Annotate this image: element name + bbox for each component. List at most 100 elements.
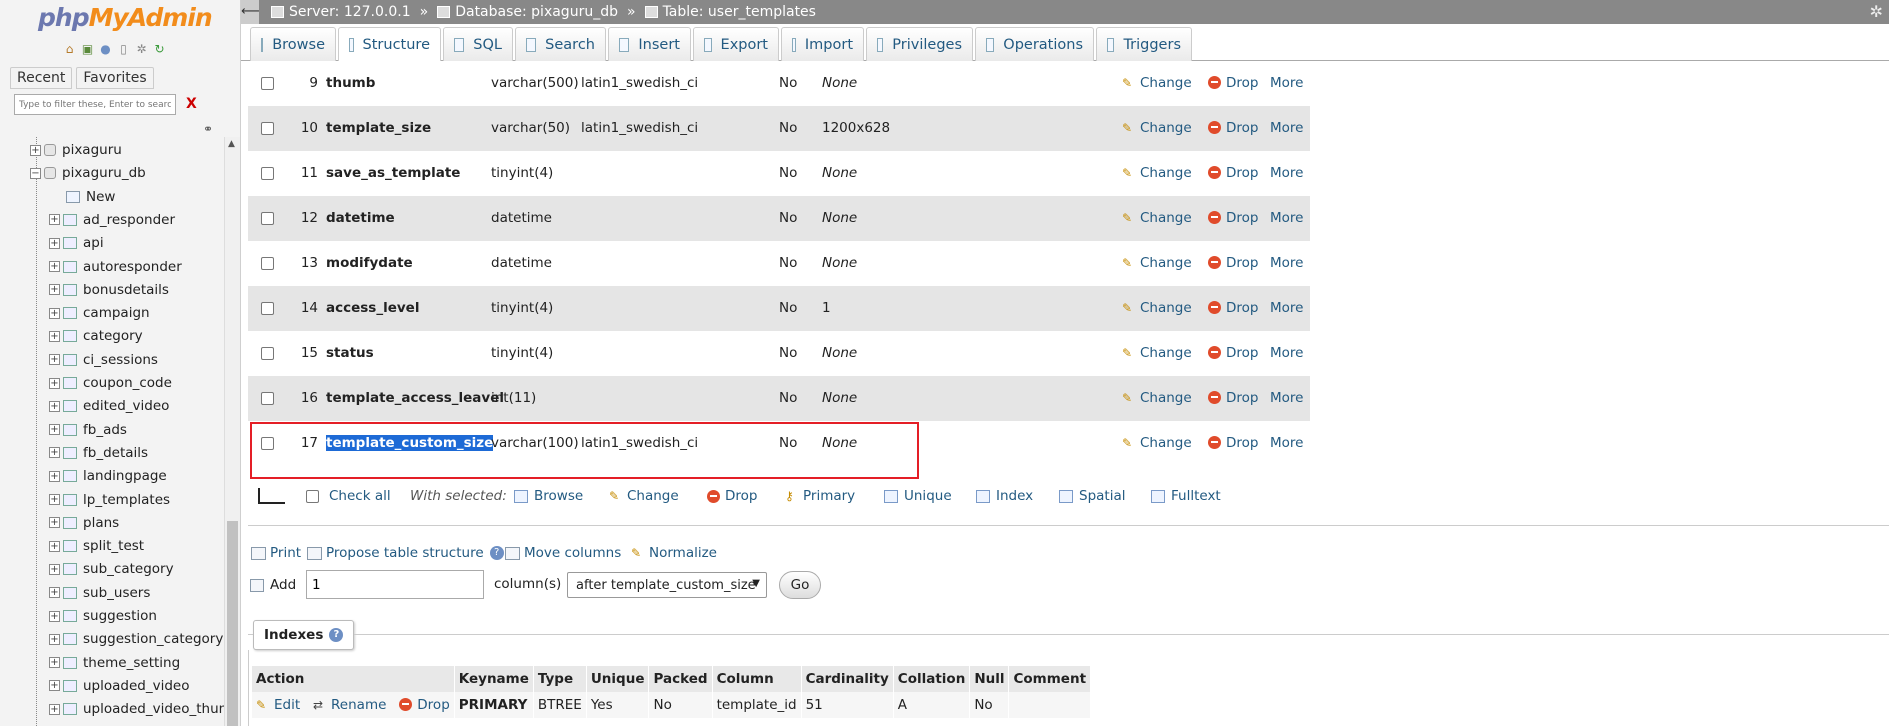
expand-icon[interactable]: +: [49, 284, 60, 296]
scrollbar-thumb[interactable]: [227, 521, 238, 726]
edit-index-button[interactable]: ✎ Edit: [256, 697, 300, 713]
bulk-change-button[interactable]: ✎ Change: [609, 488, 679, 504]
tree-table-item[interactable]: + ad_responder: [49, 210, 175, 230]
more-button[interactable]: More: [1270, 331, 1303, 376]
expand-icon[interactable]: +: [49, 307, 60, 319]
home-icon[interactable]: ⌂: [62, 42, 77, 57]
bulk-index-button[interactable]: Index: [976, 488, 1033, 504]
bulk-drop-button[interactable]: Drop: [707, 488, 757, 504]
tree-table-item[interactable]: + fb_ads: [49, 420, 127, 440]
tree-table-item[interactable]: +uploaded_video_thumb: [49, 699, 224, 719]
tree-table-item[interactable]: + split_test: [49, 536, 144, 556]
go-button[interactable]: Go: [779, 571, 821, 599]
breadcrumb-database[interactable]: Database: pixaguru_db: [437, 4, 618, 20]
expand-icon[interactable]: +: [49, 377, 60, 389]
tree-table-item[interactable]: + suggestion: [49, 606, 157, 626]
bulk-primary-button[interactable]: ⚷ Primary: [785, 488, 855, 504]
drop-button[interactable]: Drop: [1208, 331, 1258, 376]
more-button[interactable]: More: [1270, 421, 1303, 466]
tree-table-item[interactable]: + edited_video: [49, 396, 169, 416]
more-button[interactable]: More: [1270, 151, 1303, 196]
bulk-unique-button[interactable]: Unique: [884, 488, 952, 504]
phpmyadmin-logo[interactable]: phpMyAdmin: [38, 3, 213, 32]
column-name[interactable]: save_as_template: [326, 151, 460, 196]
change-button[interactable]: ✎ Change: [1122, 331, 1192, 376]
help-icon[interactable]: ?: [489, 546, 504, 560]
expand-icon[interactable]: +: [49, 540, 60, 552]
tree-table-item[interactable]: + autoresponder: [49, 257, 182, 277]
expand-icon[interactable]: +: [49, 354, 60, 366]
clear-filter-button[interactable]: X: [186, 96, 197, 112]
filter-input[interactable]: [14, 94, 176, 115]
tab-triggers[interactable]: Triggers: [1096, 27, 1192, 61]
more-button[interactable]: More: [1270, 61, 1303, 106]
expand-icon[interactable]: +: [49, 563, 60, 575]
row-checkbox[interactable]: [261, 212, 274, 225]
reload-icon[interactable]: ↻: [152, 42, 167, 57]
change-button[interactable]: ✎ Change: [1122, 196, 1192, 241]
expand-icon[interactable]: +: [49, 587, 60, 599]
expand-icon[interactable]: +: [49, 261, 60, 272]
expand-icon[interactable]: +: [49, 214, 60, 226]
tab-privileges[interactable]: Privileges: [866, 27, 973, 61]
print-link[interactable]: Print: [251, 545, 301, 561]
column-name[interactable]: thumb: [326, 61, 375, 106]
more-button[interactable]: More: [1270, 286, 1303, 331]
expand-icon[interactable]: +: [49, 470, 60, 482]
column-name[interactable]: status: [326, 331, 374, 376]
tree-db-item[interactable]: + pixaguru: [30, 140, 122, 160]
expand-icon[interactable]: +: [30, 144, 41, 156]
expand-icon[interactable]: +: [49, 494, 60, 505]
tab-favorites[interactable]: Favorites: [76, 67, 154, 89]
row-checkbox[interactable]: [261, 167, 274, 180]
row-checkbox[interactable]: [261, 77, 274, 90]
tree-table-item[interactable]: + lp_templates: [49, 490, 170, 510]
bulk-browse-button[interactable]: Browse: [514, 488, 583, 504]
drop-button[interactable]: Drop: [1208, 106, 1258, 151]
bulk-spatial-button[interactable]: Spatial: [1059, 488, 1125, 504]
tab-sql[interactable]: SQL: [443, 27, 513, 61]
row-checkbox[interactable]: [261, 122, 274, 135]
expand-icon[interactable]: +: [49, 424, 60, 436]
bulk-fulltext-button[interactable]: Fulltext: [1151, 488, 1221, 504]
tab-structure[interactable]: Structure: [338, 27, 441, 61]
change-button[interactable]: ✎ Change: [1122, 151, 1192, 196]
tree-table-item[interactable]: + ci_sessions: [49, 350, 158, 370]
column-name[interactable]: template_access_leavel: [326, 376, 504, 421]
drop-button[interactable]: Drop: [1208, 61, 1258, 106]
drop-button[interactable]: Drop: [1208, 151, 1258, 196]
column-name[interactable]: access_level: [326, 286, 419, 331]
drop-button[interactable]: Drop: [1208, 241, 1258, 286]
tree-table-item[interactable]: + campaign: [49, 303, 150, 323]
check-all-label[interactable]: Check all: [329, 488, 391, 504]
column-name[interactable]: modifydate: [326, 241, 413, 286]
change-button[interactable]: ✎ Change: [1122, 61, 1192, 106]
column-name[interactable]: datetime: [326, 196, 395, 241]
tree-table-item[interactable]: + sub_category: [49, 559, 174, 579]
row-checkbox[interactable]: [261, 302, 274, 315]
tree-table-item[interactable]: + api: [49, 233, 104, 253]
more-button[interactable]: More: [1270, 196, 1303, 241]
row-checkbox[interactable]: [261, 392, 274, 405]
change-button[interactable]: ✎ Change: [1122, 106, 1192, 151]
docs-icon[interactable]: ▯: [116, 42, 131, 57]
tree-new-item[interactable]: New: [66, 187, 115, 207]
link-icon[interactable]: ⚭: [203, 122, 213, 136]
expand-icon[interactable]: +: [49, 447, 60, 459]
tree-table-item[interactable]: + category: [49, 326, 143, 346]
tab-browse[interactable]: Browse: [250, 27, 336, 61]
tree-table-item[interactable]: + plans: [49, 513, 119, 533]
expand-icon[interactable]: +: [49, 237, 60, 249]
move-columns-link[interactable]: Move columns: [505, 545, 621, 561]
expand-icon[interactable]: +: [49, 703, 60, 715]
expand-icon[interactable]: +: [49, 680, 60, 692]
change-button[interactable]: ✎ Change: [1122, 241, 1192, 286]
change-button[interactable]: ✎ Change: [1122, 421, 1192, 466]
tab-export[interactable]: Export: [693, 27, 779, 61]
expand-icon[interactable]: +: [49, 657, 60, 669]
column-count-input[interactable]: [306, 570, 484, 599]
more-button[interactable]: More: [1270, 376, 1303, 421]
tree-table-item[interactable]: + bonusdetails: [49, 280, 169, 300]
breadcrumb-table[interactable]: Table: user_templates: [644, 4, 816, 20]
page-settings-icon[interactable]: ✲: [1870, 2, 1883, 21]
